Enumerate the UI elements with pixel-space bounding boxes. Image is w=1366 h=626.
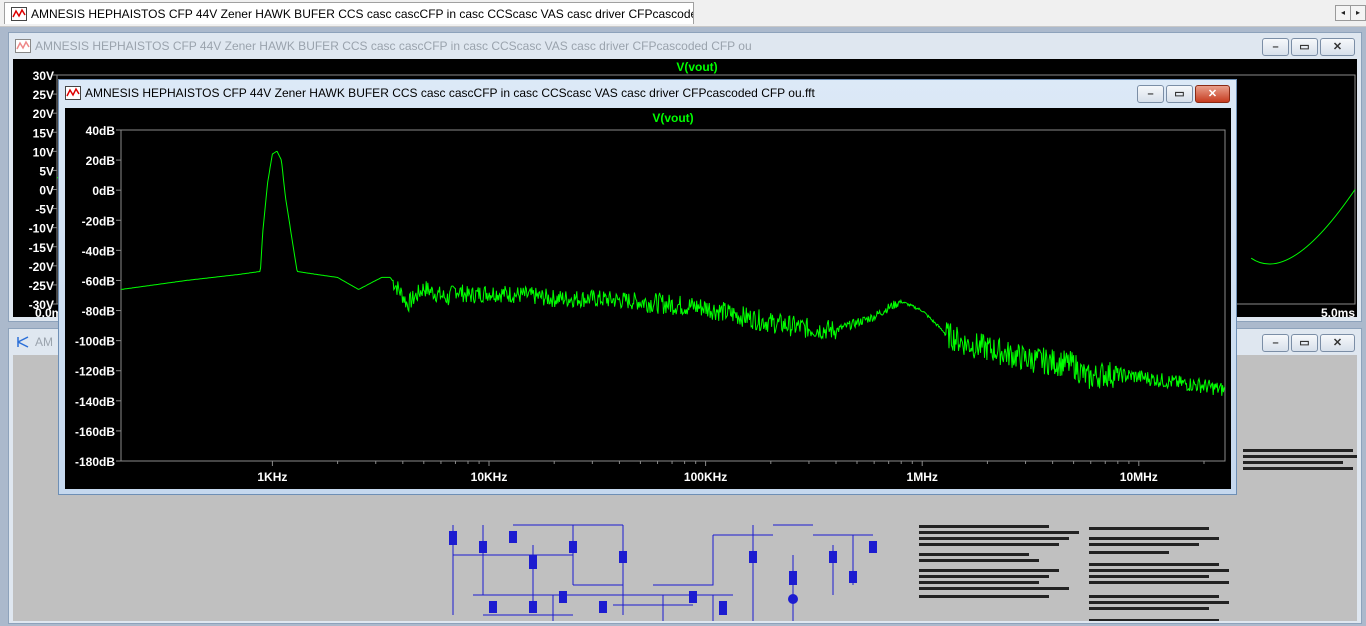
document-tab-bar: AMNESIS HEPHAISTOS CFP 44V Zener HAWK BU… — [0, 0, 1366, 27]
window-title: AMNESIS HEPHAISTOS CFP 44V Zener HAWK BU… — [85, 86, 815, 100]
y-tick-label: 20V — [33, 107, 54, 121]
tab-title: AMNESIS HEPHAISTOS CFP 44V Zener HAWK BU… — [31, 7, 694, 21]
waveform-icon — [11, 7, 27, 21]
y-tick-label: -15V — [29, 241, 54, 255]
y-tick-label: -40dB — [82, 244, 116, 258]
y-tick-label: 0V — [39, 184, 54, 198]
minimize-icon: – — [1272, 337, 1279, 349]
x-tick-label: 1MHz — [907, 470, 938, 484]
document-tab[interactable]: AMNESIS HEPHAISTOS CFP 44V Zener HAWK BU… — [4, 2, 694, 24]
x-tick-label: 100KHz — [684, 470, 727, 484]
y-tick-label: -20dB — [82, 214, 116, 228]
y-tick-label: -10V — [29, 222, 54, 236]
maximize-button[interactable]: ▭ — [1291, 334, 1318, 352]
y-tick-label: 20dB — [86, 154, 116, 168]
close-button[interactable]: ✕ — [1195, 85, 1230, 103]
y-tick-label: 5V — [39, 164, 54, 178]
minimize-icon: – — [1147, 88, 1154, 100]
close-icon: ✕ — [1332, 337, 1343, 349]
y-tick-label: 30V — [33, 69, 54, 83]
window-title: AMNESIS HEPHAISTOS CFP 44V Zener HAWK BU… — [35, 39, 752, 53]
y-tick-label: -5V — [35, 203, 54, 217]
close-button[interactable]: ✕ — [1320, 334, 1355, 352]
y-tick-label: -80dB — [82, 305, 116, 319]
maximize-icon: ▭ — [1299, 337, 1310, 349]
minimize-button[interactable]: – — [1262, 334, 1289, 352]
y-tick-label: 0dB — [92, 184, 115, 198]
y-tick-label: -100dB — [75, 335, 115, 349]
maximize-icon: ▭ — [1174, 88, 1185, 100]
minimize-button[interactable]: – — [1137, 85, 1164, 103]
y-tick-label: -140dB — [75, 395, 115, 409]
y-tick-label: 40dB — [86, 124, 116, 138]
close-icon: ✕ — [1332, 41, 1343, 53]
tab-scroll-right-button[interactable]: ▸ — [1350, 5, 1366, 21]
maximize-button[interactable]: ▭ — [1291, 38, 1318, 56]
time-trace-end[interactable] — [1250, 189, 1356, 265]
fft-plot-area[interactable]: V(vout) 40dB 20dB 0dB -20dB -40dB -60dB -80dB -1… — [65, 108, 1231, 489]
y-tick-label: -120dB — [75, 365, 115, 379]
close-icon: ✕ — [1207, 88, 1218, 100]
y-tick-label: -60dB — [82, 274, 116, 288]
minimize-button[interactable]: – — [1262, 38, 1289, 56]
fft-chart[interactable]: V(vout) 40dB 20dB 0dB -20dB -40dB -60dB -80dB -1… — [65, 108, 1231, 489]
close-button[interactable]: ✕ — [1320, 38, 1355, 56]
trace-label[interactable]: V(vout) — [676, 60, 717, 74]
x-tick-label: 1KHz — [257, 470, 287, 484]
fft-trace[interactable] — [120, 150, 1226, 396]
minimize-icon: – — [1272, 41, 1279, 53]
x-tick-label: 10KHz — [471, 470, 508, 484]
y-tick-label: -180dB — [75, 455, 115, 469]
y-tick-label: -25V — [29, 279, 54, 293]
y-tick-label: -160dB — [75, 425, 115, 439]
y-tick-label: 10V — [33, 145, 54, 159]
tab-scroll-left-button[interactable]: ◂ — [1335, 5, 1351, 21]
maximize-button[interactable]: ▭ — [1166, 85, 1193, 103]
x-tick-label: 5.0ms — [1321, 306, 1355, 317]
y-tick-label: 15V — [33, 126, 54, 140]
trace-label[interactable]: V(vout) — [652, 111, 693, 125]
maximize-icon: ▭ — [1299, 41, 1310, 53]
y-tick-label: 25V — [33, 88, 54, 102]
x-tick-label: 10MHz — [1120, 470, 1158, 484]
plot-frame — [120, 129, 1226, 462]
fft-plot-window[interactable]: AMNESIS HEPHAISTOS CFP 44V Zener HAWK BU… — [58, 79, 1237, 495]
y-tick-label: -20V — [29, 260, 54, 274]
